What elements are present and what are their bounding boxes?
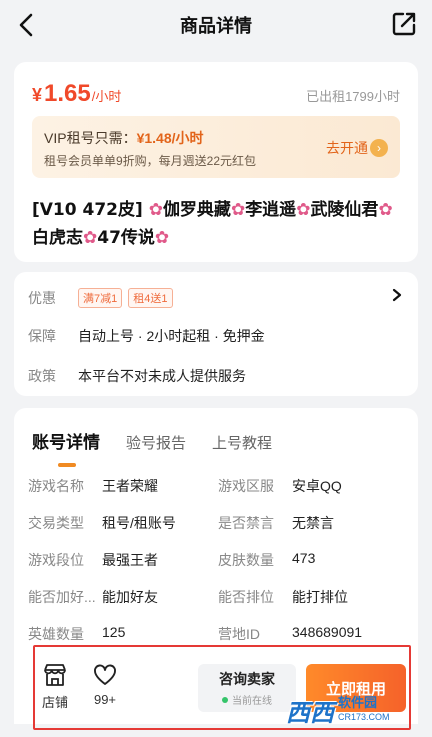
watermark-logo: 西西 <box>286 698 334 727</box>
guarantee-value: 自动上号 · 2小时起租 · 免押金 <box>78 328 265 344</box>
discount-label: 优惠 <box>28 290 56 306</box>
flower-icon: ✿ <box>148 200 163 220</box>
detail-key: 是否禁言 <box>218 515 274 531</box>
detail-value: 能打排位 <box>292 589 348 605</box>
seller-status-label: 当前在线 <box>232 696 272 707</box>
detail-row: 游戏段位 最强王者 皮肤数量 473 <box>28 550 408 570</box>
favorite-count: 99+ <box>93 692 117 707</box>
detail-tabs: 账号详情 验号报告 上号教程 <box>32 428 298 467</box>
promo-card[interactable]: 优惠 满7减1 租4送1 保障 自动上号 · 2小时起租 · 免押金 政策 本平… <box>14 272 418 396</box>
flower-icon: ✿ <box>296 200 311 220</box>
consult-label: 咨询卖家 <box>219 671 275 687</box>
online-dot <box>222 696 228 703</box>
watermark-brand-name: 软件园 <box>338 695 378 710</box>
detail-key: 营地ID <box>218 626 260 642</box>
tab-login-tutorial[interactable]: 上号教程 <box>212 432 272 453</box>
chevron-right-icon[interactable] <box>390 288 404 302</box>
detail-row: 英雄数量 125 营地ID 348689091 <box>28 624 408 644</box>
vip-description: 租号会员单单9折购，每月週送22元红包 <box>44 154 257 168</box>
price-unit: /小时 <box>91 89 122 104</box>
detail-key: 游戏区服 <box>218 478 274 494</box>
vip-price: ¥1.48/小时 <box>136 130 204 146</box>
detail-value: 473 <box>292 550 316 566</box>
heart-icon <box>94 664 116 685</box>
detail-row: 交易类型 租号/租账号 是否禁言 无禁言 <box>28 513 408 533</box>
detail-key: 英雄数量 <box>28 626 84 642</box>
favorite-button[interactable]: 99+ <box>92 662 118 707</box>
top-bar: 商品详情 <box>0 0 432 50</box>
chevron-right-icon: › <box>370 139 388 157</box>
guarantee-row: 保障 自动上号 · 2小时起租 · 免押金 <box>28 326 265 346</box>
detail-value: 安卓QQ <box>292 478 342 494</box>
vip-prefix: VIP租号只需： <box>44 130 137 146</box>
policy-label: 政策 <box>28 368 56 384</box>
vip-open-label: 去开通 <box>326 140 368 156</box>
title-part: 武陵仙君 <box>310 200 379 220</box>
flower-icon: ✿ <box>83 228 98 248</box>
tab-label: 账号详情 <box>32 433 100 452</box>
consult-seller-button[interactable]: 咨询卖家 当前在线 <box>198 664 296 712</box>
watermark-brand: 软件园 CR173.COM <box>338 696 390 724</box>
detail-key: 能否加好... <box>28 589 96 605</box>
product-title: [V10 472皮] ✿伽罗典藏✿李逍遥✿武陵仙君✿白虎志✿47传说✿ <box>32 196 402 252</box>
share-icon[interactable] <box>390 10 418 38</box>
title-part: 47传说 <box>97 228 155 248</box>
shop-label: 店铺 <box>42 695 69 710</box>
price-value: 1.65 <box>44 80 91 107</box>
title-part: 伽罗典藏 <box>162 200 231 220</box>
flower-icon: ✿ <box>154 228 170 248</box>
detail-row: 能否加好... 能加好友 能否排位 能打排位 <box>28 587 408 607</box>
title-part: 李逍遥 <box>245 200 297 220</box>
discount-tag: 租4送1 <box>128 288 173 308</box>
detail-key: 能否排位 <box>218 589 274 605</box>
detail-key: 游戏段位 <box>28 552 84 568</box>
currency-symbol: ¥ <box>32 85 43 105</box>
detail-key: 游戏名称 <box>28 478 84 494</box>
price: ¥ 1.65 /小时 <box>32 80 121 108</box>
detail-value: 最强王者 <box>102 552 158 568</box>
tab-verify-report[interactable]: 验号报告 <box>126 432 186 453</box>
discount-row[interactable]: 优惠 满7减1 租4送1 <box>28 288 179 308</box>
vip-open-button[interactable]: 去开通 › <box>326 138 388 158</box>
detail-key: 交易类型 <box>28 515 84 531</box>
flower-icon: ✿ <box>230 200 246 220</box>
price-card: ¥ 1.65 /小时 已出租1799小时 VIP租号只需：¥1.48/小时 租号… <box>14 62 418 262</box>
seller-status: 当前在线 <box>222 692 272 707</box>
vip-price-line: VIP租号只需：¥1.48/小时 <box>44 128 204 148</box>
flower-icon: ✿ <box>378 200 393 220</box>
policy-value: 本平台不对未成人提供服务 <box>78 368 246 384</box>
watermark: 西西 软件园 CR173.COM <box>286 690 416 730</box>
detail-row: 游戏名称 王者荣耀 游戏区服 安卓QQ <box>28 476 408 496</box>
shop-icon <box>44 664 66 686</box>
title-part: 白虎志 <box>32 228 83 248</box>
tab-account-details[interactable]: 账号详情 <box>32 428 100 467</box>
discount-tag: 满7减1 <box>78 288 123 308</box>
detail-value: 租号/租账号 <box>102 515 176 531</box>
rented-hours: 已出租1799小时 <box>306 89 400 104</box>
detail-value: 348689091 <box>292 624 363 640</box>
shop-button[interactable]: 店铺 <box>42 662 68 711</box>
policy-row: 政策 本平台不对未成人提供服务 <box>28 366 246 386</box>
tab-indicator <box>58 463 76 467</box>
detail-value: 能加好友 <box>102 589 158 605</box>
page-title: 商品详情 <box>180 16 252 37</box>
detail-value: 无禁言 <box>292 515 334 531</box>
title-part: [V10 472皮] <box>32 200 143 220</box>
detail-key: 皮肤数量 <box>218 552 274 568</box>
detail-value: 王者荣耀 <box>102 478 158 494</box>
chevron-left-icon[interactable] <box>14 12 40 38</box>
watermark-url: CR173.COM <box>338 712 390 722</box>
vip-banner[interactable]: VIP租号只需：¥1.48/小时 租号会员单单9折购，每月週送22元红包 去开通… <box>32 116 400 178</box>
detail-value: 125 <box>102 624 126 640</box>
guarantee-label: 保障 <box>28 328 56 344</box>
